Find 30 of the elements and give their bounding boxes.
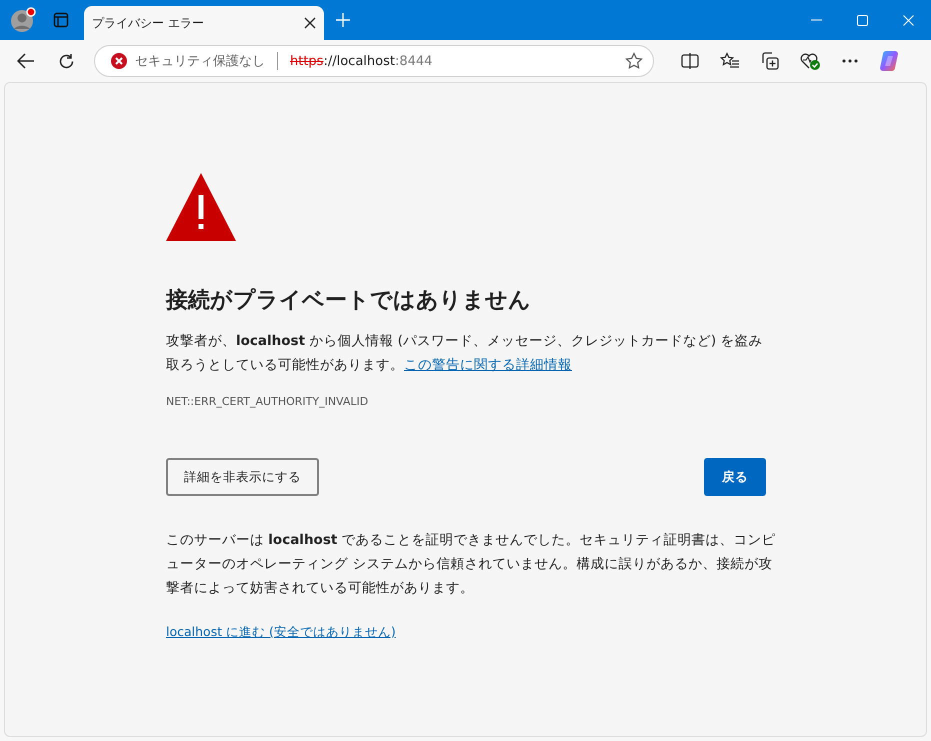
details-text: このサーバーは localhost であることを証明できませんでした。セキュリティ証明書は、コンピューターのオペレーティング システムから信頼されていません。構成に誤りがあるか、接続が攻撃者によって妨害されている可能性があります。 xyxy=(166,531,776,598)
back-button[interactable]: 戻る xyxy=(704,458,766,496)
details-link[interactable]: この警告に関する詳細情報 xyxy=(404,357,572,373)
collections-icon[interactable] xyxy=(760,51,780,71)
address-bar[interactable]: セキュリティ保護なし https://localhost:8444 xyxy=(94,45,654,77)
new-tab-icon[interactable] xyxy=(335,12,351,28)
profile-avatar-icon[interactable] xyxy=(10,7,36,33)
tab-title: プライバシー エラー xyxy=(92,14,205,32)
close-window-icon[interactable] xyxy=(902,14,914,26)
split-screen-icon[interactable] xyxy=(681,53,699,69)
refresh-icon[interactable] xyxy=(58,52,74,70)
error-code: NET::ERR_CERT_AUTHORITY_INVALID xyxy=(166,395,370,408)
back-icon[interactable] xyxy=(17,53,35,69)
close-icon[interactable] xyxy=(304,17,316,29)
star-icon[interactable] xyxy=(625,52,643,70)
url-text[interactable]: https://localhost:8444 xyxy=(290,54,625,68)
proceed-link[interactable]: localhost に進む (安全ではありません) xyxy=(166,624,396,641)
favorites-icon[interactable] xyxy=(720,52,740,70)
maximize-icon[interactable] xyxy=(856,14,868,26)
error-icon[interactable] xyxy=(111,53,127,69)
more-icon[interactable] xyxy=(842,59,858,63)
heart-check-icon[interactable] xyxy=(799,51,821,71)
security-status-label[interactable]: セキュリティ保護なし xyxy=(135,52,265,70)
warning-text: 攻撃者が、localhost から個人情報 (パスワード、メッセージ、クレジットカードなど) を盗み取ろうとしている可能性があります。この警告に関する詳細情報 xyxy=(166,332,764,375)
browser-tab[interactable]: プライバシー エラー xyxy=(84,6,324,40)
tab-actions-icon[interactable] xyxy=(53,12,69,28)
warning-icon xyxy=(166,173,236,241)
error-heading: 接続がプライベートではありません xyxy=(166,287,532,315)
hide-details-button[interactable]: 詳細を非表示にする xyxy=(166,458,319,496)
minimize-icon[interactable] xyxy=(810,19,822,21)
